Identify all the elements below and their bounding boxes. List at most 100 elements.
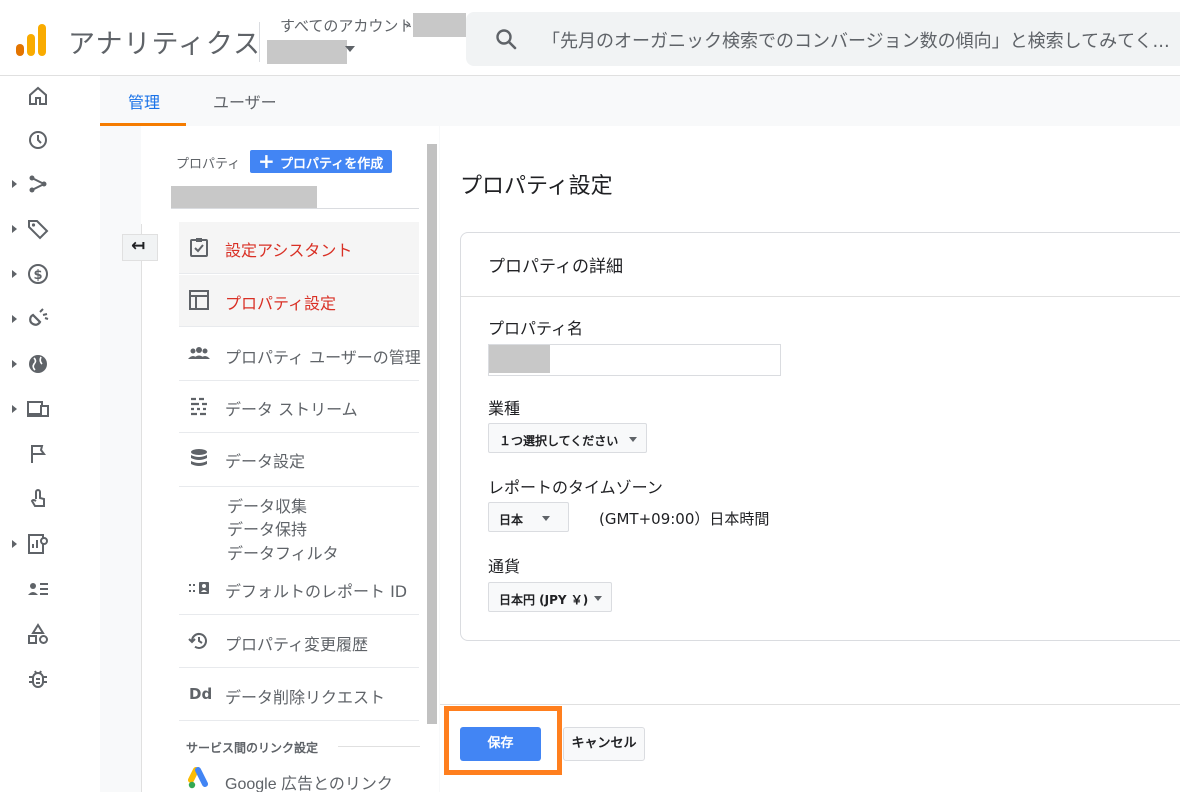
menu-label: プロパティ ユーザーの管理 xyxy=(225,348,421,367)
tab-admin[interactable]: 管理 xyxy=(128,89,160,113)
stream-icon xyxy=(191,397,207,416)
menu-label: Google 広告とのリンク xyxy=(225,776,393,792)
expand-arrow-icon[interactable] xyxy=(12,270,17,278)
header-divider xyxy=(259,22,260,62)
menu-item-data-settings[interactable]: データ設定 xyxy=(179,433,419,487)
devices-icon[interactable] xyxy=(26,397,50,421)
shapes-icon[interactable] xyxy=(26,622,50,646)
plus-icon: + xyxy=(258,149,275,173)
person-list-icon[interactable] xyxy=(26,577,50,601)
create-property-button[interactable]: + プロパティを作成 xyxy=(250,150,392,173)
property-column-line xyxy=(141,224,142,792)
people-icon xyxy=(188,347,210,359)
expand-arrow-icon[interactable] xyxy=(12,315,17,323)
sub-item-data-collection[interactable]: データ収集 xyxy=(227,493,307,517)
menu-label: データ削除リクエスト xyxy=(225,688,386,707)
dollar-icon[interactable]: $ xyxy=(26,262,50,286)
bug-icon[interactable] xyxy=(26,667,50,691)
property-name-label: プロパティ名 xyxy=(488,319,584,338)
industry-select[interactable]: １つ選択してください xyxy=(488,423,647,453)
redacted-property-name-value xyxy=(489,345,550,373)
timezone-country-value: 日本 xyxy=(499,513,524,527)
search-icon xyxy=(496,29,517,50)
sub-item-data-filters[interactable]: データフィルタ xyxy=(227,540,339,564)
breadcrumb-chevron-icon: › xyxy=(405,14,412,33)
menu-item-change-history[interactable]: プロパティ変更履歴 xyxy=(179,616,419,668)
redacted-property-name[interactable] xyxy=(267,40,347,64)
clock-icon[interactable] xyxy=(26,128,50,152)
left-nav-rail: $ xyxy=(0,76,100,792)
property-column-scrollbar[interactable] xyxy=(427,144,437,724)
currency-select[interactable]: 日本円 (JPY ￥) xyxy=(488,582,612,612)
timezone-label: レポートのタイムゾーン xyxy=(488,478,663,497)
database-icon xyxy=(191,449,207,466)
menu-item-google-ads-link[interactable]: Google 広告とのリンク xyxy=(179,755,419,792)
menu-item-default-reporting-id[interactable]: デフォルトのレポート ID xyxy=(179,563,419,615)
menu-item-setup-assistant[interactable]: 設定アシスタント xyxy=(179,222,419,274)
property-name-input[interactable] xyxy=(488,344,781,376)
menu-item-data-streams[interactable]: データ ストリーム xyxy=(179,381,419,433)
create-property-label: プロパティを作成 xyxy=(280,157,384,172)
property-selector-caret-icon[interactable] xyxy=(345,46,355,52)
app-title: アナリティクス xyxy=(68,29,262,60)
analytics-logo-icon[interactable] xyxy=(14,22,48,58)
expand-arrow-icon[interactable] xyxy=(12,540,17,548)
magnet-icon[interactable] xyxy=(26,307,50,331)
cancel-button[interactable]: キャンセル xyxy=(563,727,645,761)
back-arrow-icon: ↤ xyxy=(131,236,146,256)
tag-icon[interactable] xyxy=(26,217,50,241)
menu-item-property-users[interactable]: プロパティ ユーザーの管理 xyxy=(179,329,421,381)
menu-label: デフォルトのレポート ID xyxy=(225,582,408,601)
currency-select-value: 日本円 (JPY ￥) xyxy=(499,593,589,607)
menu-label: プロパティ設定 xyxy=(225,294,337,313)
menu-item-data-deletion[interactable]: Dd データ削除リクエスト xyxy=(179,669,419,721)
search-bar[interactable]: 「先月のオーガニック検索でのコンバージョン数の傾向」と検索してみてく... xyxy=(466,12,1180,66)
top-header: アナリティクス すべてのアカウント › 「先月のオーガニック検索でのコンバージョ… xyxy=(0,0,1180,76)
explore-icon[interactable] xyxy=(26,172,50,196)
account-breadcrumb[interactable]: すべてのアカウント xyxy=(280,15,413,36)
expand-arrow-icon[interactable] xyxy=(12,225,17,233)
timezone-country-select[interactable]: 日本 xyxy=(488,502,569,532)
search-input[interactable]: 「先月のオーガニック検索でのコンバージョン数の傾向」と検索してみてく... xyxy=(542,27,1172,53)
timezone-value[interactable]: (GMT+09:00）日本時間 xyxy=(599,508,769,529)
sub-item-data-retention[interactable]: データ保持 xyxy=(227,516,307,540)
layout-icon xyxy=(189,290,209,310)
menu-label: データ ストリーム xyxy=(225,400,358,419)
menu-label: データ設定 xyxy=(225,452,306,471)
tab-user[interactable]: ユーザー xyxy=(213,89,277,113)
checklist-icon xyxy=(190,238,208,257)
save-button[interactable]: 保存 xyxy=(460,727,541,761)
home-icon[interactable] xyxy=(26,84,50,108)
expand-arrow-icon[interactable] xyxy=(12,180,17,188)
industry-select-value: １つ選択してください xyxy=(499,434,619,448)
redacted-property-selector[interactable] xyxy=(171,186,317,208)
google-ads-icon xyxy=(188,767,208,789)
page-title: プロパティ設定 xyxy=(460,174,613,199)
expand-arrow-icon[interactable] xyxy=(12,360,17,368)
globe-icon[interactable] xyxy=(26,352,50,376)
history-icon xyxy=(188,632,207,649)
expand-arrow-icon[interactable] xyxy=(12,405,17,413)
section-heading-product-links: サービス間のリンク設定 xyxy=(186,741,319,755)
menu-label: 設定アシスタント xyxy=(225,241,353,260)
industry-label: 業種 xyxy=(488,399,521,418)
card-separator xyxy=(461,296,1180,297)
admin-tab-bar: 管理 ユーザー xyxy=(100,76,1180,126)
touch-icon[interactable] xyxy=(26,487,50,511)
back-button[interactable]: ↤ xyxy=(122,234,158,261)
report-icon[interactable] xyxy=(26,532,50,556)
flag-icon[interactable] xyxy=(26,442,50,466)
dd-icon: Dd xyxy=(189,685,213,703)
card-title: プロパティの詳細 xyxy=(488,257,623,277)
id-card-icon xyxy=(189,582,209,594)
dropdown-caret-icon xyxy=(542,516,550,521)
currency-label: 通貨 xyxy=(488,557,521,576)
menu-item-property-settings[interactable]: プロパティ設定 xyxy=(179,275,419,327)
footer-separator xyxy=(440,704,1180,705)
dropdown-caret-icon xyxy=(629,437,637,442)
dropdown-caret-icon xyxy=(594,596,602,601)
property-separator xyxy=(171,208,419,209)
property-label: プロパティ xyxy=(176,157,241,172)
svg-text:$: $ xyxy=(33,268,42,283)
section-line xyxy=(338,746,420,747)
